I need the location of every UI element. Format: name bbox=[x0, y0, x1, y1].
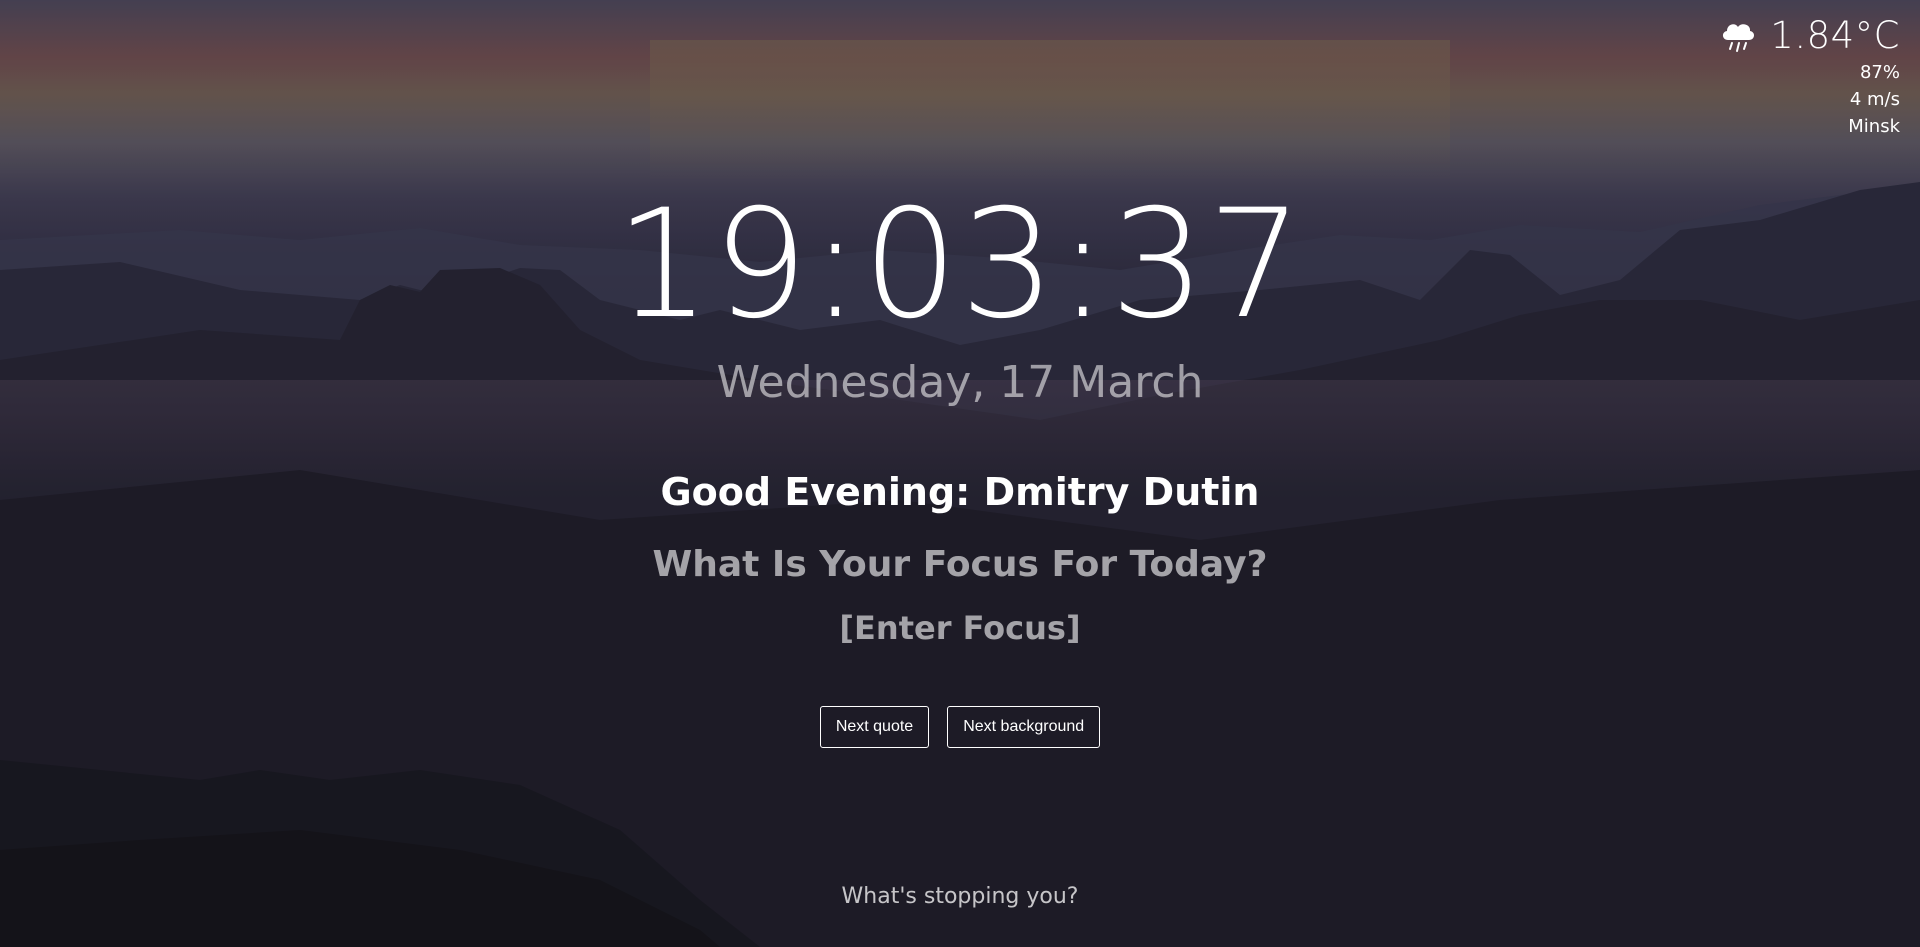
weather-widget: 1.84°C 87% 4 m/s Minsk bbox=[1718, 14, 1900, 140]
focus-input[interactable]: [Enter Focus] bbox=[0, 603, 1920, 653]
temperature: 1.84°C bbox=[1770, 14, 1900, 57]
next-quote-button[interactable]: Next quote bbox=[819, 706, 930, 748]
greeting[interactable]: Good Evening: Dmitry Dutin bbox=[0, 467, 1920, 517]
quote-text: What's stopping you? bbox=[841, 884, 1079, 909]
button-row: Next quote Next background bbox=[0, 706, 1920, 748]
wind-speed: 4 m/s bbox=[1849, 89, 1900, 110]
humidity: 87% bbox=[1859, 62, 1900, 83]
weather-main: 1.84°C bbox=[1718, 14, 1900, 57]
rain-cloud-icon bbox=[1718, 18, 1758, 54]
city[interactable]: Minsk bbox=[1718, 113, 1900, 140]
clock-time: 19:03:37 bbox=[615, 178, 1305, 352]
next-background-button[interactable]: Next background bbox=[947, 706, 1101, 748]
clock-date: Wednesday, 17 March bbox=[716, 357, 1204, 408]
focus-question: What Is Your Focus For Today? bbox=[652, 544, 1268, 585]
